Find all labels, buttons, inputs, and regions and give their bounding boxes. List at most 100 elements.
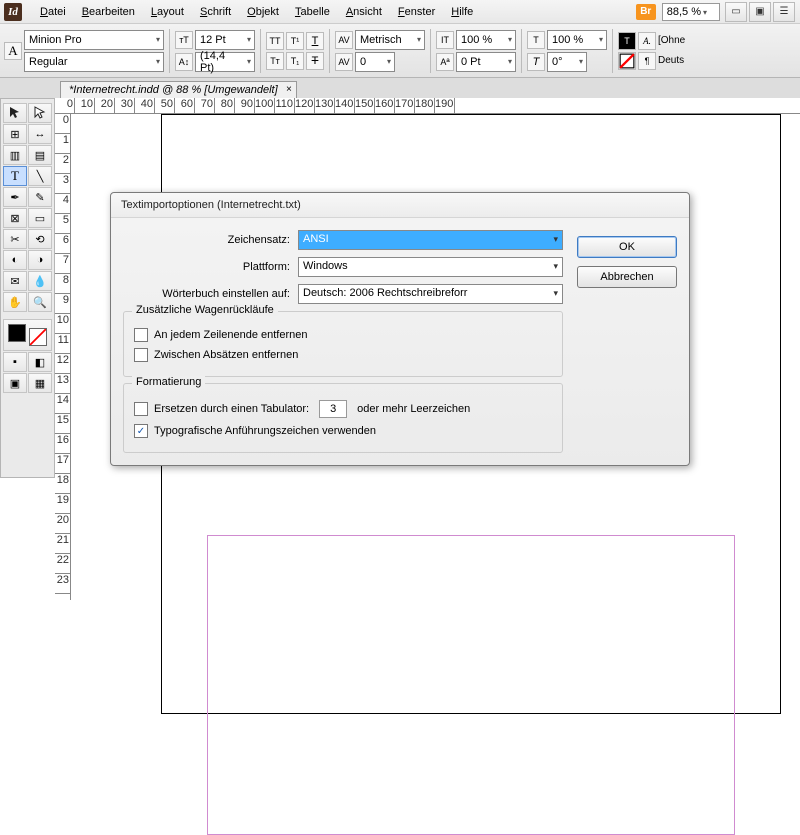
content-placer-tool[interactable]: ▤ [28,145,52,165]
menu-hilfe[interactable]: Hilfe [443,0,481,24]
menu-layout[interactable]: Layout [143,0,192,24]
returns-title: Zusätzliche Wagenrückläufe [132,304,278,316]
eyedropper-tool[interactable]: 💧 [28,271,52,291]
line-tool[interactable]: ╲ [28,166,52,186]
platform-label: Plattform: [123,261,298,273]
arrange-icon[interactable]: ☰ [773,2,795,22]
free-transform-tool[interactable]: ⟲ [28,229,52,249]
preview-mode[interactable]: ▦ [28,373,52,393]
tabs-label-post: oder mehr Leerzeichen [357,403,470,415]
menu-bearbeiten[interactable]: Bearbeiten [74,0,143,24]
close-tab-icon[interactable]: × [286,84,292,95]
stroke-none-icon[interactable] [618,52,636,70]
kerning-icon: AV [335,31,353,49]
returns-fieldset: Zusätzliche Wagenrückläufe An jedem Zeil… [123,311,563,377]
subscript-icon[interactable]: T₁ [286,52,304,70]
cancel-button[interactable]: Abbrechen [577,266,677,288]
dictionary-label: Wörterbuch einstellen auf: [123,288,298,300]
quotes-label: Typografische Anführungszeichen verwende… [154,425,376,437]
charset-label: Zeichensatz: [123,234,298,246]
horizontal-ruler: 0102030405060708090100110120130140150160… [55,98,800,114]
lang-hint: [Ohne [658,35,685,46]
font-style-select[interactable]: Regular [24,52,164,72]
pencil-tool[interactable]: ✎ [28,187,52,207]
font-size-icon: тT [175,31,193,49]
hscale-icon: T [527,31,545,49]
strikethrough-icon[interactable]: T [306,52,324,70]
menubar: Id Datei Bearbeiten Layout Schrift Objek… [0,0,800,24]
dialog-title: Textimportoptionen (Internetrecht.txt) [111,193,689,218]
menu-objekt[interactable]: Objekt [239,0,287,24]
menu-datei[interactable]: Datei [32,0,74,24]
screen-mode-icon[interactable]: ▣ [749,2,771,22]
vscale-icon: IT [436,31,454,49]
eol-label: An jedem Zeilenende entfernen [154,329,308,341]
baseline-select[interactable]: 0 Pt [456,52,516,72]
rectangle-tool[interactable]: ▭ [28,208,52,228]
font-size-select[interactable]: 12 Pt [195,30,255,50]
tracking-icon: AV [335,53,353,71]
text-import-dialog: Textimportoptionen (Internetrecht.txt) Z… [110,192,690,466]
gap-tool[interactable]: ↔ [28,124,52,144]
font-family-select[interactable]: Minion Pro [24,30,164,50]
zoom-level[interactable]: 88,5 % [662,3,720,21]
vscale-select[interactable]: 100 % [456,30,516,50]
direct-selection-tool[interactable] [28,103,52,123]
pen-tool[interactable]: ✒ [3,187,27,207]
smallcaps-icon[interactable]: Tᴛ [266,52,284,70]
view-mode-icon[interactable]: ▭ [725,2,747,22]
kerning-select[interactable]: Metrisch [355,30,425,50]
bridge-button[interactable]: Br [636,4,656,20]
menu-schrift[interactable]: Schrift [192,0,239,24]
tabs-checkbox[interactable] [134,402,148,416]
vertical-ruler: 01234567891011121314151617181920212223 [55,114,71,600]
leading-select[interactable]: (14,4 Pt) [195,52,255,72]
apply-color[interactable]: ▪ [3,352,27,372]
scissors-tool[interactable]: ✂ [3,229,27,249]
control-toolbar: A Minion Pro Regular тT12 Pt A↕(14,4 Pt)… [0,24,800,78]
para-style-icon[interactable]: ¶ [638,52,656,70]
hscale-select[interactable]: 100 % [547,30,607,50]
eol-checkbox[interactable] [134,328,148,342]
menu-tabelle[interactable]: Tabelle [287,0,338,24]
superscript-icon[interactable]: T¹ [286,32,304,50]
language-display: Deuts [658,55,684,66]
margin-guide [207,535,735,835]
tool-panel: ⊞↔ ▥▤ T╲ ✒✎ ⊠▭ ✂⟲ ◐◑ ✉💧 ✋🔍 ▪◧ ▣▦ [0,98,55,478]
page-tool[interactable]: ⊞ [3,124,27,144]
char-style-a-icon[interactable]: A. [638,32,656,50]
normal-view-mode[interactable]: ▣ [3,373,27,393]
tracking-select[interactable]: 0 [355,52,395,72]
skew-icon: T [527,53,545,71]
menu-ansicht[interactable]: Ansicht [338,0,390,24]
platform-select[interactable]: Windows [298,257,563,277]
document-tab[interactable]: *Internetrecht.indd @ 88 % [Umgewandelt]… [60,81,297,98]
baseline-icon: Aª [436,53,454,71]
document-tab-title: *Internetrecht.indd @ 88 % [Umgewandelt] [69,84,278,96]
hand-tool[interactable]: ✋ [3,292,27,312]
gradient-swatch-tool[interactable]: ◐ [3,250,27,270]
allcaps-icon[interactable]: TT [266,32,284,50]
formatting-fieldset: Formatierung Ersetzen durch einen Tabula… [123,383,563,453]
zoom-tool[interactable]: 🔍 [28,292,52,312]
tabs-count-input[interactable] [319,400,347,418]
char-mode-icon[interactable]: A [4,42,22,60]
selection-tool[interactable] [3,103,27,123]
dictionary-select[interactable]: Deutsch: 2006 Rechtschreibreforr [298,284,563,304]
skew-select[interactable]: 0° [547,52,587,72]
type-tool[interactable]: T [3,166,27,186]
fill-color-icon[interactable]: T [618,32,636,50]
para-checkbox[interactable] [134,348,148,362]
quotes-checkbox[interactable] [134,424,148,438]
ok-button[interactable]: OK [577,236,677,258]
charset-select[interactable]: ANSI [298,230,563,250]
apply-gradient[interactable]: ◧ [28,352,52,372]
note-tool[interactable]: ✉ [3,271,27,291]
menu-fenster[interactable]: Fenster [390,0,443,24]
rectangle-frame-tool[interactable]: ⊠ [3,208,27,228]
content-collector-tool[interactable]: ▥ [3,145,27,165]
underline-icon[interactable]: T [306,32,324,50]
fill-stroke-swap[interactable] [3,319,52,351]
document-tab-bar: *Internetrecht.indd @ 88 % [Umgewandelt]… [0,78,800,98]
gradient-feather-tool[interactable]: ◑ [28,250,52,270]
